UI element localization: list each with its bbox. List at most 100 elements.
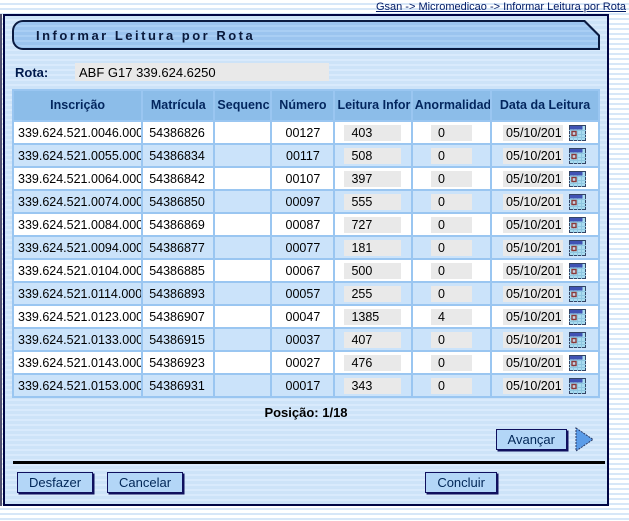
data-leitura-input[interactable]	[503, 355, 563, 371]
data-leitura-input[interactable]	[503, 240, 563, 256]
anormalidade-input[interactable]	[431, 148, 472, 164]
anormalidade-input[interactable]	[431, 125, 472, 141]
cell-sequencial	[214, 190, 271, 213]
concluir-button[interactable]: Concluir	[425, 472, 497, 493]
leitura-informada-input[interactable]	[344, 332, 401, 348]
anormalidade-input[interactable]	[431, 171, 472, 187]
leitura-informada-input[interactable]	[344, 378, 401, 394]
cell-inscricao: 339.624.521.0046.000	[13, 121, 142, 144]
calendar-button[interactable]	[568, 377, 587, 395]
anormalidade-input[interactable]	[431, 217, 472, 233]
rota-row: Rota:	[15, 63, 607, 81]
leitura-informada-input[interactable]	[344, 286, 401, 302]
leitura-informada-input[interactable]	[344, 217, 401, 233]
leitura-informada-input[interactable]	[344, 194, 401, 210]
anormalidade-input[interactable]	[431, 286, 472, 302]
cell-numero: 00127	[271, 121, 334, 144]
calendar-button[interactable]	[568, 354, 587, 372]
table-row: 339.624.521.0084.000 54386869 00087	[13, 213, 599, 236]
calendar-button[interactable]	[568, 308, 587, 326]
calendar-icon	[569, 148, 586, 164]
anormalidade-input[interactable]	[431, 240, 472, 256]
data-leitura-input[interactable]	[503, 309, 563, 325]
calendar-icon	[569, 171, 586, 187]
anormalidade-input[interactable]	[431, 309, 472, 325]
data-leitura-input[interactable]	[503, 332, 563, 348]
calendar-icon	[569, 309, 586, 325]
cell-matricula: 54386850	[142, 190, 214, 213]
leitura-informada-input[interactable]	[344, 309, 401, 325]
cell-sequencial	[214, 121, 271, 144]
col-header-numero: Número	[271, 90, 334, 121]
avancar-button[interactable]: Avançar	[496, 429, 567, 450]
calendar-button[interactable]	[568, 285, 587, 303]
calendar-icon	[569, 286, 586, 302]
calendar-icon	[569, 378, 586, 394]
arrow-right-icon[interactable]	[574, 427, 595, 452]
col-header-sequencial-de-rota: Sequencial de Rota	[214, 90, 271, 121]
leitura-informada-input[interactable]	[344, 263, 401, 279]
calendar-button[interactable]	[568, 193, 587, 211]
anormalidade-input[interactable]	[431, 332, 472, 348]
data-leitura-input[interactable]	[503, 171, 563, 187]
anormalidade-input[interactable]	[431, 194, 472, 210]
cell-numero: 00107	[271, 167, 334, 190]
cell-inscricao: 339.624.521.0114.000	[13, 282, 142, 305]
cell-inscricao: 339.624.521.0123.000	[13, 305, 142, 328]
data-leitura-input[interactable]	[503, 148, 563, 164]
table-row: 339.624.521.0143.000 54386923 00027	[13, 351, 599, 374]
rota-label: Rota:	[15, 65, 75, 80]
leitura-informada-input[interactable]	[344, 148, 401, 164]
leitura-informada-input[interactable]	[344, 355, 401, 371]
data-leitura-input[interactable]	[503, 125, 563, 141]
cell-matricula: 54386885	[142, 259, 214, 282]
anormalidade-input[interactable]	[431, 263, 472, 279]
breadcrumb[interactable]: Gsan -> Micromedicao -> Informar Leitura…	[376, 1, 626, 13]
data-leitura-input[interactable]	[503, 217, 563, 233]
leitura-informada-input[interactable]	[344, 240, 401, 256]
cell-matricula: 54386931	[142, 374, 214, 397]
calendar-button[interactable]	[568, 124, 587, 142]
cell-numero: 00057	[271, 282, 334, 305]
data-leitura-input[interactable]	[503, 286, 563, 302]
data-leitura-input[interactable]	[503, 378, 563, 394]
cell-numero: 00037	[271, 328, 334, 351]
anormalidade-input[interactable]	[431, 355, 472, 371]
calendar-button[interactable]	[568, 239, 587, 257]
divider	[13, 461, 605, 464]
data-leitura-input[interactable]	[503, 194, 563, 210]
cell-numero: 00067	[271, 259, 334, 282]
calendar-button[interactable]	[568, 170, 587, 188]
calendar-icon	[569, 332, 586, 348]
cell-inscricao: 339.624.521.0133.000	[13, 328, 142, 351]
cell-numero: 00027	[271, 351, 334, 374]
anormalidade-input[interactable]	[431, 378, 472, 394]
cell-sequencial	[214, 305, 271, 328]
cell-sequencial	[214, 282, 271, 305]
leituras-table: Inscrição Matrícula Sequencial de Rota N…	[12, 89, 600, 398]
cancelar-button[interactable]: Cancelar	[107, 472, 183, 493]
page-title-bar: Informar Leitura por Rota	[12, 20, 600, 50]
data-leitura-input[interactable]	[503, 263, 563, 279]
desfazer-button[interactable]: Desfazer	[17, 472, 93, 493]
position-indicator: Posição: 1/18	[5, 405, 607, 420]
cell-matricula: 54386826	[142, 121, 214, 144]
table-row: 339.624.521.0064.000 54386842 00107	[13, 167, 599, 190]
calendar-button[interactable]	[568, 147, 587, 165]
cell-inscricao: 339.624.521.0143.000	[13, 351, 142, 374]
table-row: 339.624.521.0123.000 54386907 00047	[13, 305, 599, 328]
cell-sequencial	[214, 351, 271, 374]
page-title: Informar Leitura por Rota	[14, 22, 598, 48]
table-header-row: Inscrição Matrícula Sequencial de Rota N…	[13, 90, 599, 121]
calendar-button[interactable]	[568, 262, 587, 280]
cell-inscricao: 339.624.521.0094.000	[13, 236, 142, 259]
rota-input[interactable]	[75, 63, 329, 81]
leitura-informada-input[interactable]	[344, 171, 401, 187]
leitura-informada-input[interactable]	[344, 125, 401, 141]
calendar-button[interactable]	[568, 331, 587, 349]
cell-numero: 00077	[271, 236, 334, 259]
cell-inscricao: 339.624.521.0084.000	[13, 213, 142, 236]
calendar-button[interactable]	[568, 216, 587, 234]
cell-numero: 00087	[271, 213, 334, 236]
cell-inscricao: 339.624.521.0104.000	[13, 259, 142, 282]
